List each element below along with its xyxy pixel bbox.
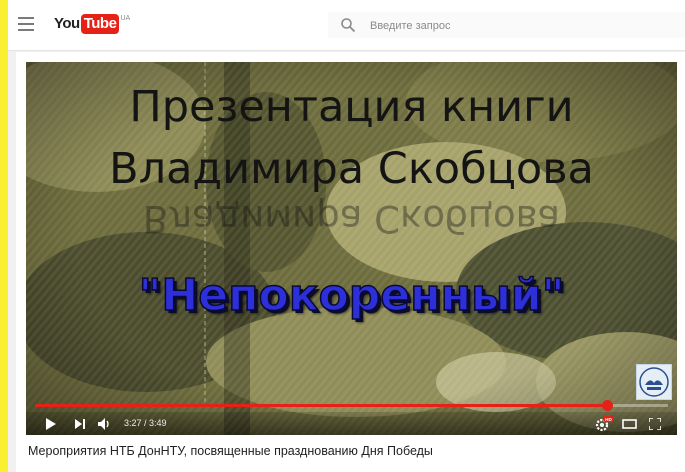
play-icon [46,417,56,430]
top-bar: You Tube UA [8,0,685,51]
theater-mode-icon [621,418,637,429]
video-title-line-1: Презентация книги [129,82,574,132]
book-emblem-icon [639,367,669,397]
video-player[interactable]: Презентация книги Владимира Скобцова Вла… [26,62,677,435]
logo-you-text: You [54,15,80,32]
player-controls: 3:27 / 3:49 HD [26,412,677,435]
search-input[interactable] [368,15,672,37]
fullscreen-button[interactable] [646,412,664,435]
fullscreen-icon [649,417,661,430]
settings-button[interactable]: HD [594,412,614,435]
channel-watermark-logo[interactable] [636,364,672,400]
time-display: 3:27 / 3:49 [124,418,167,428]
next-icon [74,418,85,429]
video-card: Презентация книги Владимира Скобцова Вла… [16,52,685,472]
video-title-line-2: Владимира Скобцова [109,144,594,194]
settings-icon: HD [595,415,613,431]
search-box [328,12,685,38]
hd-badge: HD [605,416,612,421]
progress-played [35,404,608,407]
search-icon[interactable] [340,17,356,33]
youtube-logo[interactable]: You Tube UA [54,14,130,36]
menu-icon[interactable] [18,17,34,31]
volume-icon [98,417,109,430]
theater-mode-button[interactable] [620,412,638,435]
logo-region-code: UA [120,15,131,22]
youtube-page: You Tube UA Введите запрос Презентация к… [8,0,685,472]
progress-bar[interactable] [35,400,668,411]
play-button[interactable] [42,412,60,435]
video-title-reflection: Владимира Скобцова [142,197,561,240]
volume-button[interactable] [96,412,114,435]
video-book-title: "Непокоренный" [138,270,566,321]
video-caption: Мероприятия НТБ ДонНТУ, посвященные праз… [28,444,433,458]
next-button[interactable] [72,412,88,435]
logo-tube-text: Tube [80,14,120,34]
